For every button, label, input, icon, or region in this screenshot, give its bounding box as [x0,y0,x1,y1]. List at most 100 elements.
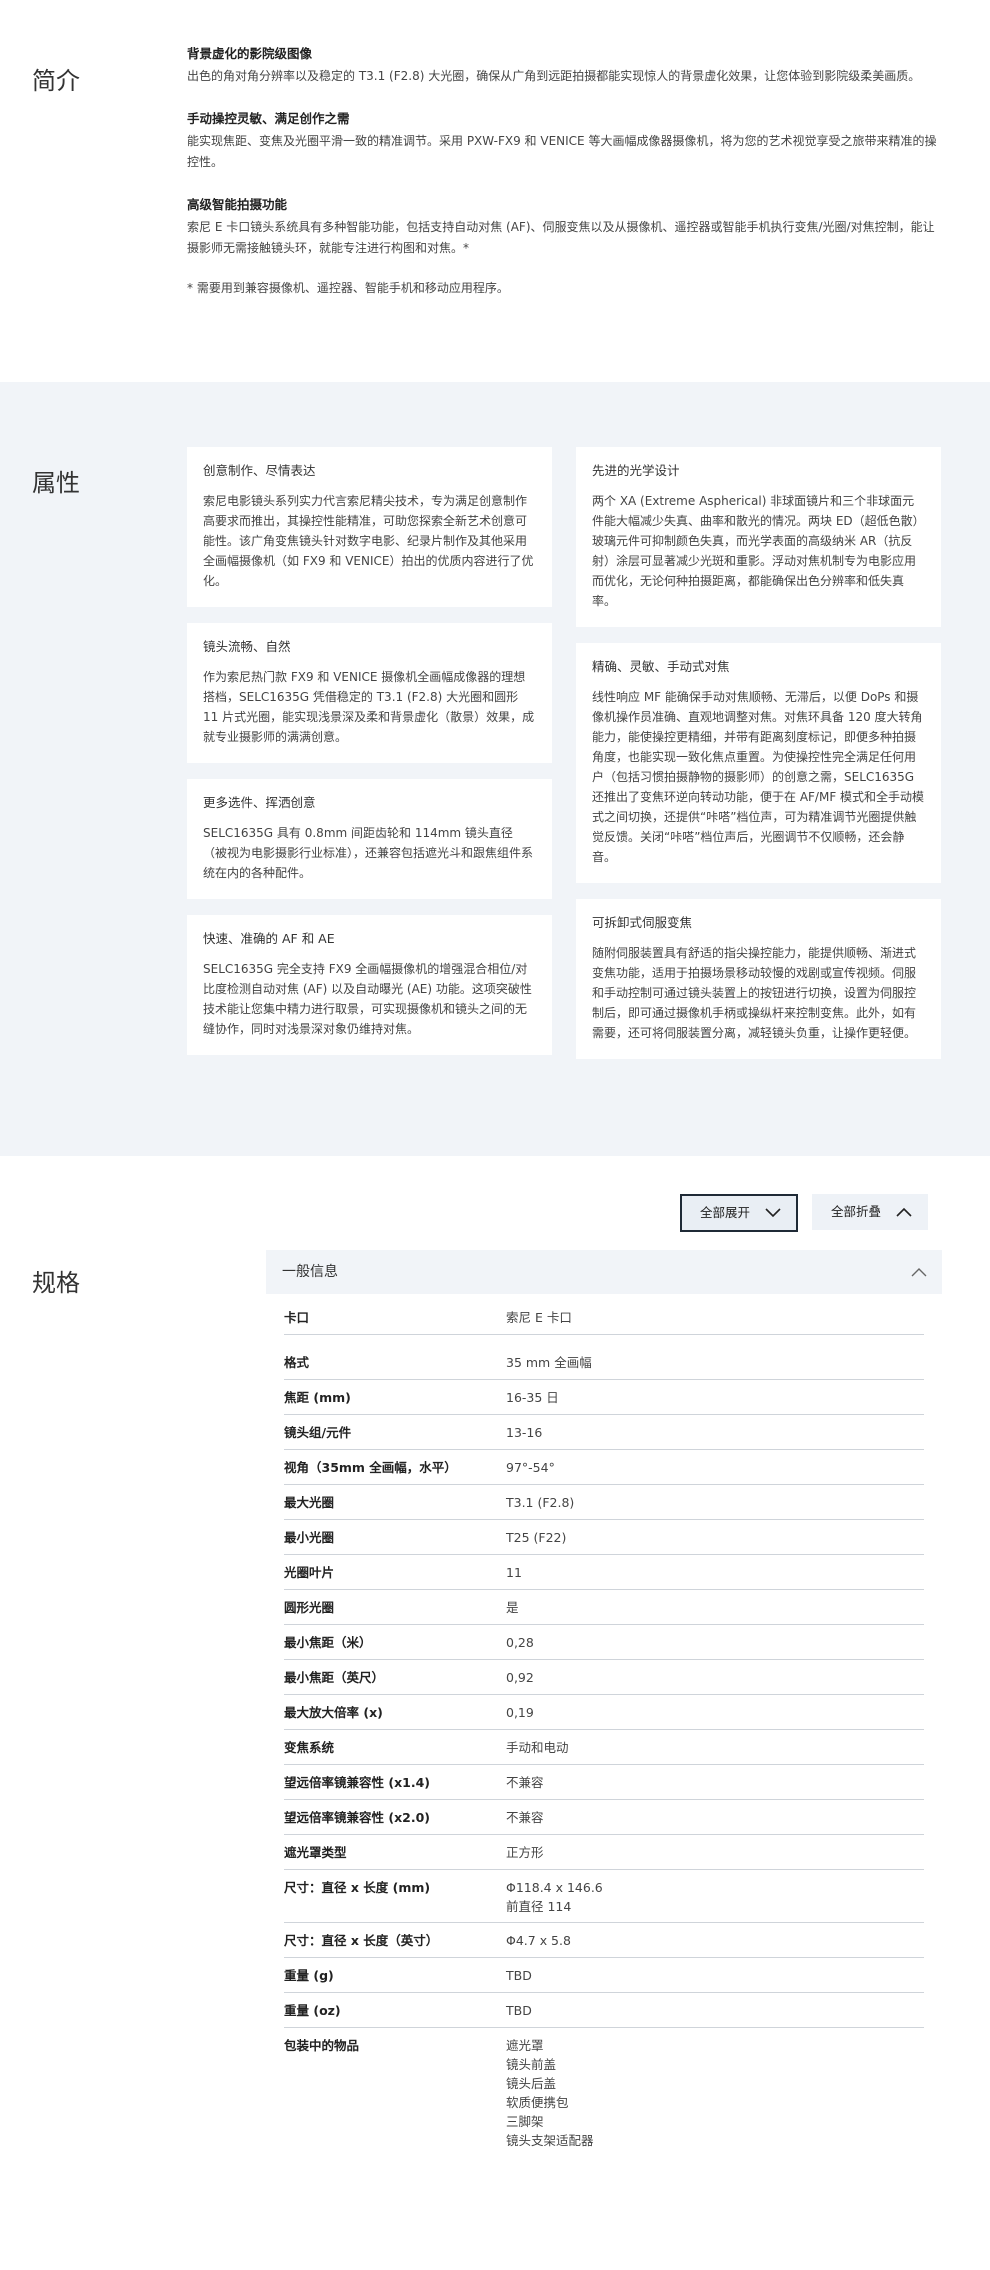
feature-text: SELC1635G 具有 0.8mm 间距齿轮和 114mm 镜头直径（被视为电… [203,826,534,880]
spec-row: 最大放大倍率 (x) 0,19 [284,1695,924,1730]
intro-heading: 高级智能拍摄功能 [187,197,288,212]
intro-block: 高级智能拍摄功能 索尼 E 卡口镜头系统具有多种智能功能，包括支持自动对焦 (A… [187,195,942,259]
spec-label: 最小焦距（米） [284,1635,372,1650]
chevron-up-icon [896,1207,912,1217]
spec-controls: 全部展开 全部折叠 [679,1194,928,1232]
spec-label: 镜头组/元件 [284,1425,352,1440]
spec-value: 0,28 [506,1633,924,1653]
features-section: 属性 创意制作、尽情表达 索尼电影镜头系列实力代言索尼精尖技术，专为满足创意制作… [0,382,990,1156]
spec-value-line: 0,19 [506,1705,534,1720]
spec-value-line: 遮光罩 [506,2038,544,2053]
expand-all-button[interactable]: 全部展开 [679,1194,798,1232]
spec-value-line: TBD [506,2003,532,2018]
spec-group-header[interactable]: 一般信息 [266,1250,942,1294]
spec-value-line: 16-35 日 [506,1390,559,1405]
spec-value-line: 三脚架 [506,2114,544,2129]
spec-row: 重量 (g) TBD [284,1958,924,1993]
spec-value-line: T25 (F22) [506,1530,567,1545]
spec-value-line: 镜头后盖 [506,2076,557,2091]
chevron-up-icon [911,1268,927,1277]
collapse-all-label: 全部折叠 [830,1204,881,1219]
spec-value: 不兼容 [506,1773,924,1793]
spec-row: 变焦系统 手动和电动 [284,1730,924,1765]
spec-row: 尺寸：直径 x 长度 (mm) Φ118.4 x 146.6 前直径 114 [284,1870,924,1923]
feature-card: 快速、准确的 AF 和 AE SELC1635G 完全支持 FX9 全画幅摄像机… [187,915,552,1055]
feature-text: 线性响应 MF 能确保手动对焦顺畅、无滞后，以便 DoPs 和摄像机操作员准确、… [592,690,925,864]
feature-text: 作为索尼热门款 FX9 和 VENICE 摄像机全画幅成像器的理想搭档，SELC… [203,670,535,744]
spec-value-line: 0,92 [506,1670,534,1685]
spec-value: 97°-54° [506,1458,924,1478]
spec-label: 重量 (g) [284,1968,334,1983]
feature-title: 创意制作、尽情表达 [203,463,316,478]
feature-card: 镜头流畅、自然 作为索尼热门款 FX9 和 VENICE 摄像机全画幅成像器的理… [187,623,552,763]
spec-label: 最小光圈 [284,1530,335,1545]
spec-row: 望远倍率镜兼容性 (x2.0) 不兼容 [284,1800,924,1835]
expand-all-label: 全部展开 [699,1205,750,1220]
feature-text: 索尼电影镜头系列实力代言索尼精尖技术，专为满足创意制作高要求而推出，其操控性能精… [203,494,534,588]
feature-text: 随附伺服装置具有舒适的指尖操控能力，能提供顺畅、渐进式变焦功能，适用于拍摄场景移… [592,946,917,1040]
specs-section: 规格 全部展开 全部折叠 一般信息 卡口 索尼 E 卡口 格式 35 mm 全画幅 焦距… [0,1156,990,2270]
spec-label: 望远倍率镜兼容性 (x2.0) [284,1810,430,1825]
spec-value: 是 [506,1598,924,1618]
spec-row: 焦距 (mm) 16-35 日 [284,1380,924,1415]
spec-row: 镜头组/元件 13-16 [284,1415,924,1450]
spec-label: 变焦系统 [284,1740,335,1755]
spec-row: 圆形光圈 是 [284,1590,924,1625]
spec-value: 11 [506,1563,924,1583]
spec-value-line: 11 [506,1565,522,1580]
spec-row: 最小光圈 T25 (F22) [284,1520,924,1555]
spec-value: TBD [506,2001,924,2021]
spec-value-line: 索尼 E 卡口 [506,1310,572,1325]
feature-title: 镜头流畅、自然 [203,639,291,654]
feature-title: 快速、准确的 AF 和 AE [203,931,335,946]
spec-value-line: 前直径 114 [506,1899,572,1914]
spec-value: Φ118.4 x 146.6 前直径 114 [506,1878,924,1916]
chevron-down-icon [765,1208,781,1218]
spec-value-line: 35 mm 全画幅 [506,1355,592,1370]
spec-value: 13-16 [506,1423,924,1443]
feature-card: 精确、灵敏、手动式对焦 线性响应 MF 能确保手动对焦顺畅、无滞后，以便 DoP… [576,643,941,883]
spec-group-general: 一般信息 卡口 索尼 E 卡口 格式 35 mm 全画幅 焦距 (mm) 16-35 日镜… [266,1250,942,2156]
intro-heading: 手动操控灵敏、满足创作之需 [187,111,350,126]
feature-text: SELC1635G 完全支持 FX9 全画幅摄像机的增强混合相位/对比度检测自动… [203,962,532,1036]
spec-value: 正方形 [506,1843,924,1863]
spec-value-line: Φ118.4 x 146.6 [506,1880,603,1895]
spec-table: 卡口 索尼 E 卡口 格式 35 mm 全画幅 焦距 (mm) 16-35 日镜头组/元件… [284,1300,924,2156]
spec-value-line: 0,28 [506,1635,534,1650]
spec-row: 卡口 索尼 E 卡口 [284,1300,924,1335]
specs-title: 规格 [32,1268,80,1297]
spec-value: 不兼容 [506,1808,924,1828]
intro-heading: 背景虚化的影院级图像 [187,46,313,61]
collapse-all-button[interactable]: 全部折叠 [811,1194,928,1230]
spec-row: 尺寸：直径 x 长度（英寸） Φ4.7 x 5.8 [284,1923,924,1958]
intro-title: 简介 [32,66,80,95]
spec-label: 遮光罩类型 [284,1845,347,1860]
feature-text: 两个 XA (Extreme Aspherical) 非球面镜片和三个非球面元件… [592,494,925,608]
spec-row: 最小焦距（米） 0,28 [284,1625,924,1660]
spec-row: 望远倍率镜兼容性 (x1.4) 不兼容 [284,1765,924,1800]
intro-footnote: * 需要用到兼容摄像机、遥控器、智能手机和移动应用程序。 [187,281,509,295]
spec-label: 望远倍率镜兼容性 (x1.4) [284,1775,430,1790]
features-right-column: 先进的光学设计 两个 XA (Extreme Aspherical) 非球面镜片… [576,447,941,1075]
spec-value: 16-35 日 [506,1388,924,1408]
intro-section: 简介 背景虚化的影院级图像 出色的角对角分辨率以及稳定的 T3.1 (F2.8)… [0,0,990,382]
feature-title: 可拆卸式伺服变焦 [592,915,693,930]
spec-value-line: 手动和电动 [506,1740,569,1755]
feature-title: 更多选件、挥洒创意 [203,795,316,810]
spec-label: 尺寸：直径 x 长度 (mm) [284,1880,431,1895]
intro-block: 手动操控灵敏、满足创作之需 能实现焦距、变焦及光圈平滑一致的精准调节。采用 PX… [187,109,942,173]
spec-value: 0,92 [506,1668,924,1688]
spec-row: 最大光圈 T3.1 (F2.8) [284,1485,924,1520]
feature-card: 可拆卸式伺服变焦 随附伺服装置具有舒适的指尖操控能力，能提供顺畅、渐进式变焦功能… [576,899,941,1059]
intro-text: 索尼 E 卡口镜头系统具有多种智能功能，包括支持自动对焦 (AF)、伺服变焦以及… [187,220,935,255]
spec-row: 遮光罩类型 正方形 [284,1835,924,1870]
spec-value-line: 不兼容 [506,1810,544,1825]
spec-label: 卡口 [284,1310,310,1325]
spec-value-line: TBD [506,1968,532,1983]
spec-value-line: T3.1 (F2.8) [506,1495,575,1510]
spec-label: 尺寸：直径 x 长度（英寸） [284,1933,439,1948]
feature-title: 先进的光学设计 [592,463,680,478]
spec-value-line: Φ4.7 x 5.8 [506,1933,571,1948]
features-left-column: 创意制作、尽情表达 索尼电影镜头系列实力代言索尼精尖技术，专为满足创意制作高要求… [187,447,552,1071]
spec-value-line: 镜头前盖 [506,2057,557,2072]
